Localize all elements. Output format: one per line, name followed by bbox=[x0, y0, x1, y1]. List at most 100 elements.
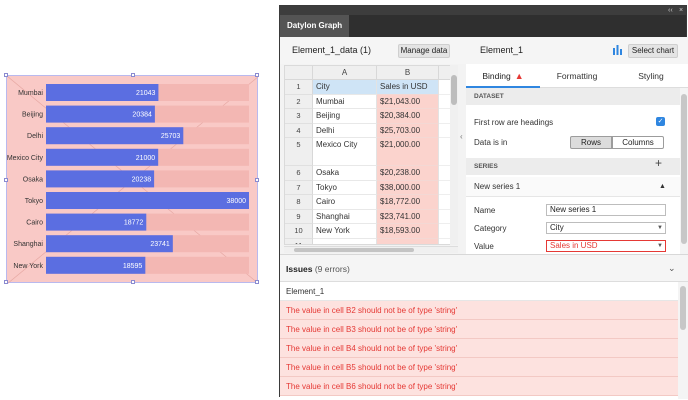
caret-up-icon[interactable]: ▲ bbox=[659, 183, 666, 190]
row-number[interactable]: 3 bbox=[285, 109, 313, 124]
cell-b[interactable]: $20,238.00 bbox=[377, 166, 439, 181]
add-series-icon[interactable]: + bbox=[655, 157, 662, 169]
cell-b[interactable]: $25,703.00 bbox=[377, 123, 439, 138]
chevron-down-icon[interactable]: ⌄ bbox=[668, 263, 676, 274]
element-header: Element_1 Select chart bbox=[466, 37, 688, 64]
bar[interactable] bbox=[46, 192, 249, 209]
row-number[interactable]: 4 bbox=[285, 123, 313, 138]
warning-icon: ▲ bbox=[514, 71, 524, 81]
cell-a[interactable]: Shanghai bbox=[313, 209, 377, 224]
column-header-b[interactable]: B bbox=[377, 66, 439, 80]
cell-a[interactable]: Osaka bbox=[313, 166, 377, 181]
resize-handle[interactable] bbox=[131, 280, 135, 284]
cell-a[interactable]: Tokyo bbox=[313, 180, 377, 195]
value-label: 20384 bbox=[132, 112, 152, 119]
category-label: Shanghai bbox=[13, 241, 43, 248]
scroll-thumb[interactable] bbox=[681, 94, 687, 244]
row-number[interactable]: 2 bbox=[285, 94, 313, 109]
row-number[interactable]: 9 bbox=[285, 209, 313, 224]
cell-b[interactable]: $21,043.00 bbox=[377, 94, 439, 109]
first-row-label: First row are headings bbox=[474, 118, 554, 127]
row-number[interactable]: 11 bbox=[285, 238, 313, 244]
spreadsheet[interactable]: A B 1 City Sales in USD 2 Mumbai $21,043.00 3 Bei… bbox=[284, 65, 458, 245]
scroll-thumb[interactable] bbox=[451, 75, 457, 105]
series-item[interactable]: New series 1 bbox=[466, 177, 680, 197]
issue-item[interactable]: The value in cell B4 should not be of ty… bbox=[280, 339, 678, 358]
data-is-in-label: Data is in bbox=[474, 138, 508, 147]
first-row-checkbox[interactable]: ✓ bbox=[656, 117, 665, 126]
category-select[interactable]: City ▼ bbox=[546, 222, 666, 234]
cell-b[interactable]: $21,000.00 bbox=[377, 138, 439, 166]
chevron-left-icon[interactable]: ‹ bbox=[460, 132, 463, 141]
issue-element-row[interactable]: Element_1 bbox=[280, 282, 678, 301]
cell-a[interactable]: Delhi bbox=[313, 123, 377, 138]
issues-header[interactable]: Issues (9 errors) ⌄ bbox=[280, 255, 688, 282]
cell-a[interactable] bbox=[313, 238, 377, 244]
tab-binding[interactable]: Binding ▲ bbox=[466, 64, 540, 88]
manage-data-button[interactable]: Manage data bbox=[398, 44, 450, 58]
category-select-value: City bbox=[550, 223, 564, 232]
sheet-vertical-scrollbar[interactable] bbox=[450, 65, 458, 245]
cell-b[interactable]: $38,000.00 bbox=[377, 180, 439, 195]
issue-item[interactable]: The value in cell B5 should not be of ty… bbox=[280, 358, 678, 377]
category-label: Category bbox=[474, 224, 507, 233]
name-label: Name bbox=[474, 206, 496, 215]
value-select[interactable]: Sales in USD ▼ bbox=[546, 240, 666, 252]
resize-handle[interactable] bbox=[4, 280, 8, 284]
issue-item[interactable]: The value in cell B3 should not be of ty… bbox=[280, 320, 678, 339]
cell-b[interactable]: Sales in USD bbox=[377, 80, 439, 95]
value-label: 21000 bbox=[136, 155, 156, 162]
row-number[interactable]: 1 bbox=[285, 80, 313, 95]
bar-chart-icon[interactable] bbox=[612, 43, 624, 55]
cell-a[interactable]: Beijing bbox=[313, 109, 377, 124]
series-item-label: New series 1 bbox=[474, 182, 521, 191]
row-number[interactable]: 7 bbox=[285, 180, 313, 195]
binding-scrollbar[interactable] bbox=[680, 88, 688, 254]
tab-formatting[interactable]: Formatting bbox=[540, 64, 614, 88]
resize-handle[interactable] bbox=[255, 280, 259, 284]
series-name-input[interactable]: New series 1 bbox=[546, 204, 666, 216]
cell-b[interactable]: $20,384.00 bbox=[377, 109, 439, 124]
cell-a[interactable]: Mumbai bbox=[313, 94, 377, 109]
row-number[interactable]: 5 bbox=[285, 138, 313, 166]
cell-a[interactable]: City bbox=[313, 80, 377, 95]
element-tabs: Binding ▲ Formatting Styling bbox=[466, 64, 688, 88]
row-number[interactable]: 6 bbox=[285, 166, 313, 181]
cell-a[interactable]: Mexico City bbox=[313, 138, 377, 166]
collapse-panel-icon[interactable]: ‹‹ bbox=[668, 6, 673, 15]
cell-b[interactable]: $18,593.00 bbox=[377, 224, 439, 239]
issue-item[interactable]: The value in cell B6 should not be of ty… bbox=[280, 377, 678, 396]
corner-cell bbox=[285, 66, 313, 80]
resize-handle[interactable] bbox=[255, 178, 259, 182]
tab-styling[interactable]: Styling bbox=[614, 64, 688, 88]
value-select-value: Sales in USD bbox=[550, 241, 598, 250]
value-label: 38000 bbox=[227, 198, 247, 205]
resize-handle[interactable] bbox=[255, 73, 259, 77]
column-header-a[interactable]: A bbox=[313, 66, 377, 80]
issue-item[interactable]: The value in cell B2 should not be of ty… bbox=[280, 301, 678, 320]
panel-tab-datylon-graph[interactable]: Datylon Graph bbox=[280, 15, 350, 37]
columns-toggle[interactable]: Columns bbox=[612, 136, 664, 149]
issues-scrollbar[interactable] bbox=[678, 282, 688, 399]
cell-b[interactable] bbox=[377, 238, 439, 244]
row-number[interactable]: 10 bbox=[285, 224, 313, 239]
select-chart-button[interactable]: Select chart bbox=[628, 44, 678, 58]
chart-canvas[interactable]: Mumbai 21043 Beijing 20384 Delhi 25703 Mexico … bbox=[4, 73, 259, 284]
value-label: 25703 bbox=[161, 133, 181, 140]
resize-handle[interactable] bbox=[4, 178, 8, 182]
resize-handle[interactable] bbox=[4, 73, 8, 77]
scroll-thumb[interactable] bbox=[294, 248, 414, 252]
cell-a[interactable]: New York bbox=[313, 224, 377, 239]
datylon-panel: ‹‹ × Datylon Graph Element_1_data (1) Ma… bbox=[279, 5, 688, 399]
cell-a[interactable]: Cairo bbox=[313, 195, 377, 210]
close-icon[interactable]: × bbox=[679, 6, 683, 15]
category-label: Mexico City bbox=[7, 155, 43, 162]
resize-handle[interactable] bbox=[131, 73, 135, 77]
dataset-title: Element_1_data (1) bbox=[292, 45, 372, 55]
cell-b[interactable]: $23,741.00 bbox=[377, 209, 439, 224]
scroll-thumb[interactable] bbox=[680, 286, 686, 330]
cell-b[interactable]: $18,772.00 bbox=[377, 195, 439, 210]
row-number[interactable]: 8 bbox=[285, 195, 313, 210]
rows-toggle[interactable]: Rows bbox=[570, 136, 612, 149]
sheet-horizontal-scrollbar[interactable] bbox=[284, 246, 458, 253]
